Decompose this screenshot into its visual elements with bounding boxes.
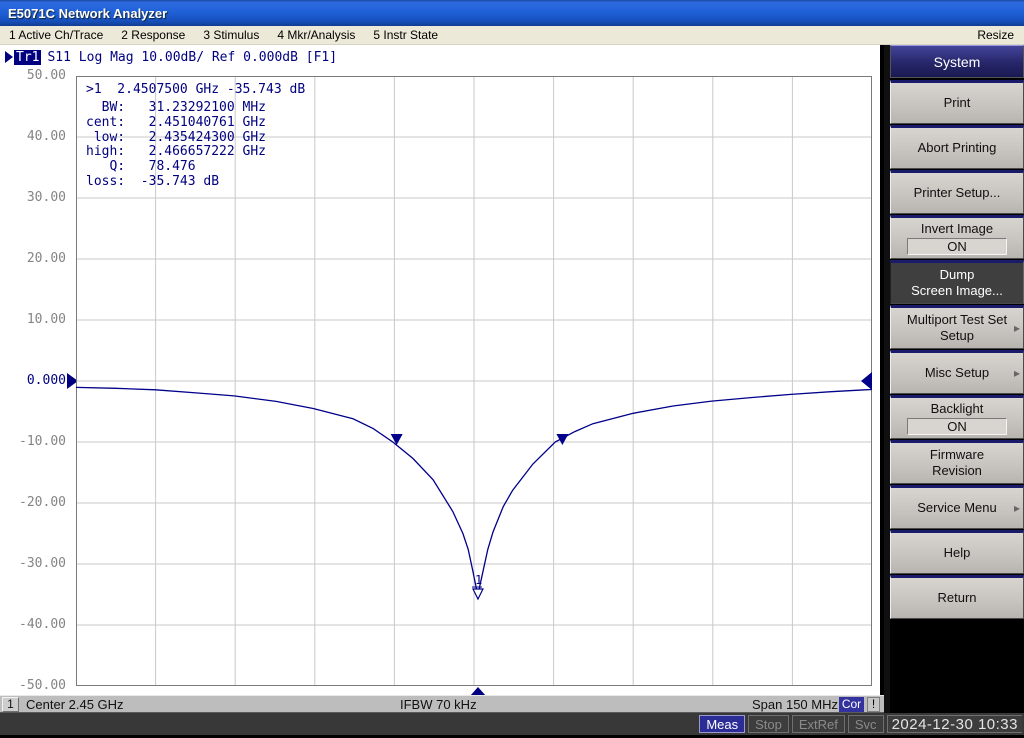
y-axis-label: 40.00 [0, 129, 66, 144]
y-axis-label: -40.00 [0, 617, 66, 632]
channel-number-badge: 1 [2, 697, 19, 712]
softkey-label: Help [944, 545, 971, 561]
softkey-value-box: ON [907, 238, 1007, 255]
softkey-invert-image[interactable]: Invert ImageON [890, 215, 1024, 259]
active-trace-arrow-icon [5, 51, 13, 63]
softkey-label: Dump Screen Image... [911, 267, 1003, 299]
softkey-label: Backlight [931, 401, 984, 417]
softkey-firmware-revision[interactable]: Firmware Revision [890, 440, 1024, 484]
softkey-label: Multiport Test Set Setup [907, 312, 1007, 344]
softkey-label: Return [937, 590, 976, 606]
y-axis-label: -20.00 [0, 495, 66, 510]
title-bar[interactable]: E5071C Network Analyzer [0, 0, 1024, 26]
menu-item-3-stimulus[interactable]: 3 Stimulus [194, 26, 268, 45]
window-title: E5071C Network Analyzer [8, 6, 167, 21]
softkey-label: Print [944, 95, 971, 111]
softkey-value-box: ON [907, 418, 1007, 435]
correction-status-badge: Cor [839, 697, 864, 712]
y-axis-label: 30.00 [0, 190, 66, 205]
bandwidth-search-readout: BW: 31.23292100 MHzcent: 2.451040761 GHz… [86, 101, 266, 190]
instrument-status-bar: MeasStopExtRefSvc 2024-12-30 10:33 [0, 713, 1024, 738]
status-indicators: MeasStopExtRefSvc [699, 715, 883, 733]
datetime-display: 2024-12-30 10:33 [887, 715, 1022, 733]
menu-bar: 1 Active Ch/Trace2 Response3 Stimulus4 M… [0, 26, 1024, 45]
submenu-arrow-icon: ▸ [1014, 320, 1020, 336]
bw-readout-line: high: 2.466657222 GHz [86, 145, 266, 160]
softkey-menu: System Print Abort Printing Printer Setup.… [884, 45, 1024, 713]
softkey-buttons: Print Abort Printing Printer Setup... Inver… [890, 80, 1024, 619]
softkey-label: Invert Image [921, 221, 993, 237]
softkey-backlight[interactable]: BacklightON [890, 395, 1024, 439]
submenu-arrow-icon: ▸ [1014, 500, 1020, 516]
softkey-misc-setup[interactable]: Misc Setup ▸ [890, 350, 1024, 394]
channel-status-bar: 1 Center 2.45 GHz IFBW 70 kHz Span 150 M… [0, 695, 884, 713]
y-axis-label: 50.00 [0, 68, 66, 83]
bw-readout-line: low: 2.435424300 GHz [86, 131, 266, 146]
y-axis-label: -10.00 [0, 434, 66, 449]
trace-badge: Tr1 [14, 50, 41, 65]
marker1-number-label: 1 [475, 573, 482, 587]
span-label: Span 150 MHz [752, 697, 838, 712]
bw-readout-line: BW: 31.23292100 MHz [86, 101, 266, 116]
softkey-return[interactable]: Return [890, 575, 1024, 619]
softkey-print[interactable]: Print [890, 80, 1024, 124]
warning-badge: ! [867, 697, 880, 712]
y-axis-label: -50.00 [0, 678, 66, 693]
softkey-label: Service Menu [917, 500, 996, 516]
softkey-service-menu[interactable]: Service Menu ▸ [890, 485, 1024, 529]
trace-status-line[interactable]: Tr1 S11 Log Mag 10.00dB/ Ref 0.000dB [F1… [5, 49, 337, 65]
measurement-screen: Tr1 S11 Log Mag 10.00dB/ Ref 0.000dB [F1… [0, 45, 880, 695]
softkey-printer-setup[interactable]: Printer Setup... [890, 170, 1024, 214]
softkey-label: Abort Printing [918, 140, 997, 156]
menu-item-resize[interactable]: Resize [967, 26, 1024, 45]
softkey-multiport-test-set-setup[interactable]: Multiport Test Set Setup ▸ [890, 305, 1024, 349]
menu-item-2-response[interactable]: 2 Response [112, 26, 194, 45]
reference-level-arrow-right-icon [861, 372, 872, 390]
softkey-menu-title: System [890, 45, 1024, 78]
status-indicator-svc: Svc [848, 715, 884, 733]
y-axis-label: 10.00 [0, 312, 66, 327]
y-axis-label: -30.00 [0, 556, 66, 571]
ifbw-label: IFBW 70 kHz [400, 697, 477, 712]
status-indicator-extref: ExtRef [792, 715, 845, 733]
softkey-help[interactable]: Help [890, 530, 1024, 574]
y-axis-label: 0.000 [0, 373, 66, 388]
softkey-label: Misc Setup [925, 365, 989, 381]
status-indicator-meas: Meas [699, 715, 745, 733]
bw-high-marker-icon [556, 434, 568, 445]
bw-low-marker-icon [391, 434, 403, 445]
softkey-label: Firmware Revision [930, 447, 984, 479]
softkey-abort-printing[interactable]: Abort Printing [890, 125, 1024, 169]
menu-item-5-instr-state[interactable]: 5 Instr State [364, 26, 447, 45]
menu-item-1-active-ch-trace[interactable]: 1 Active Ch/Trace [0, 26, 112, 45]
softkey-dump-screen-image[interactable]: Dump Screen Image... [890, 260, 1024, 304]
center-frequency-label: Center 2.45 GHz [26, 697, 124, 712]
submenu-arrow-icon: ▸ [1014, 365, 1020, 381]
trace-settings-text: S11 Log Mag 10.00dB/ Ref 0.000dB [F1] [47, 50, 337, 65]
bw-readout-line: Q: 78.476 [86, 160, 266, 175]
menu-item-4-mkr-analysis[interactable]: 4 Mkr/Analysis [268, 26, 364, 45]
softkey-label: Printer Setup... [914, 185, 1001, 201]
status-indicator-stop: Stop [748, 715, 789, 733]
marker1-readout: >1 2.4507500 GHz -35.743 dB [86, 82, 305, 97]
bw-readout-line: loss: -35.743 dB [86, 175, 266, 190]
bw-readout-line: cent: 2.451040761 GHz [86, 116, 266, 131]
y-axis-label: 20.00 [0, 251, 66, 266]
menu-items: 1 Active Ch/Trace2 Response3 Stimulus4 M… [0, 26, 447, 45]
